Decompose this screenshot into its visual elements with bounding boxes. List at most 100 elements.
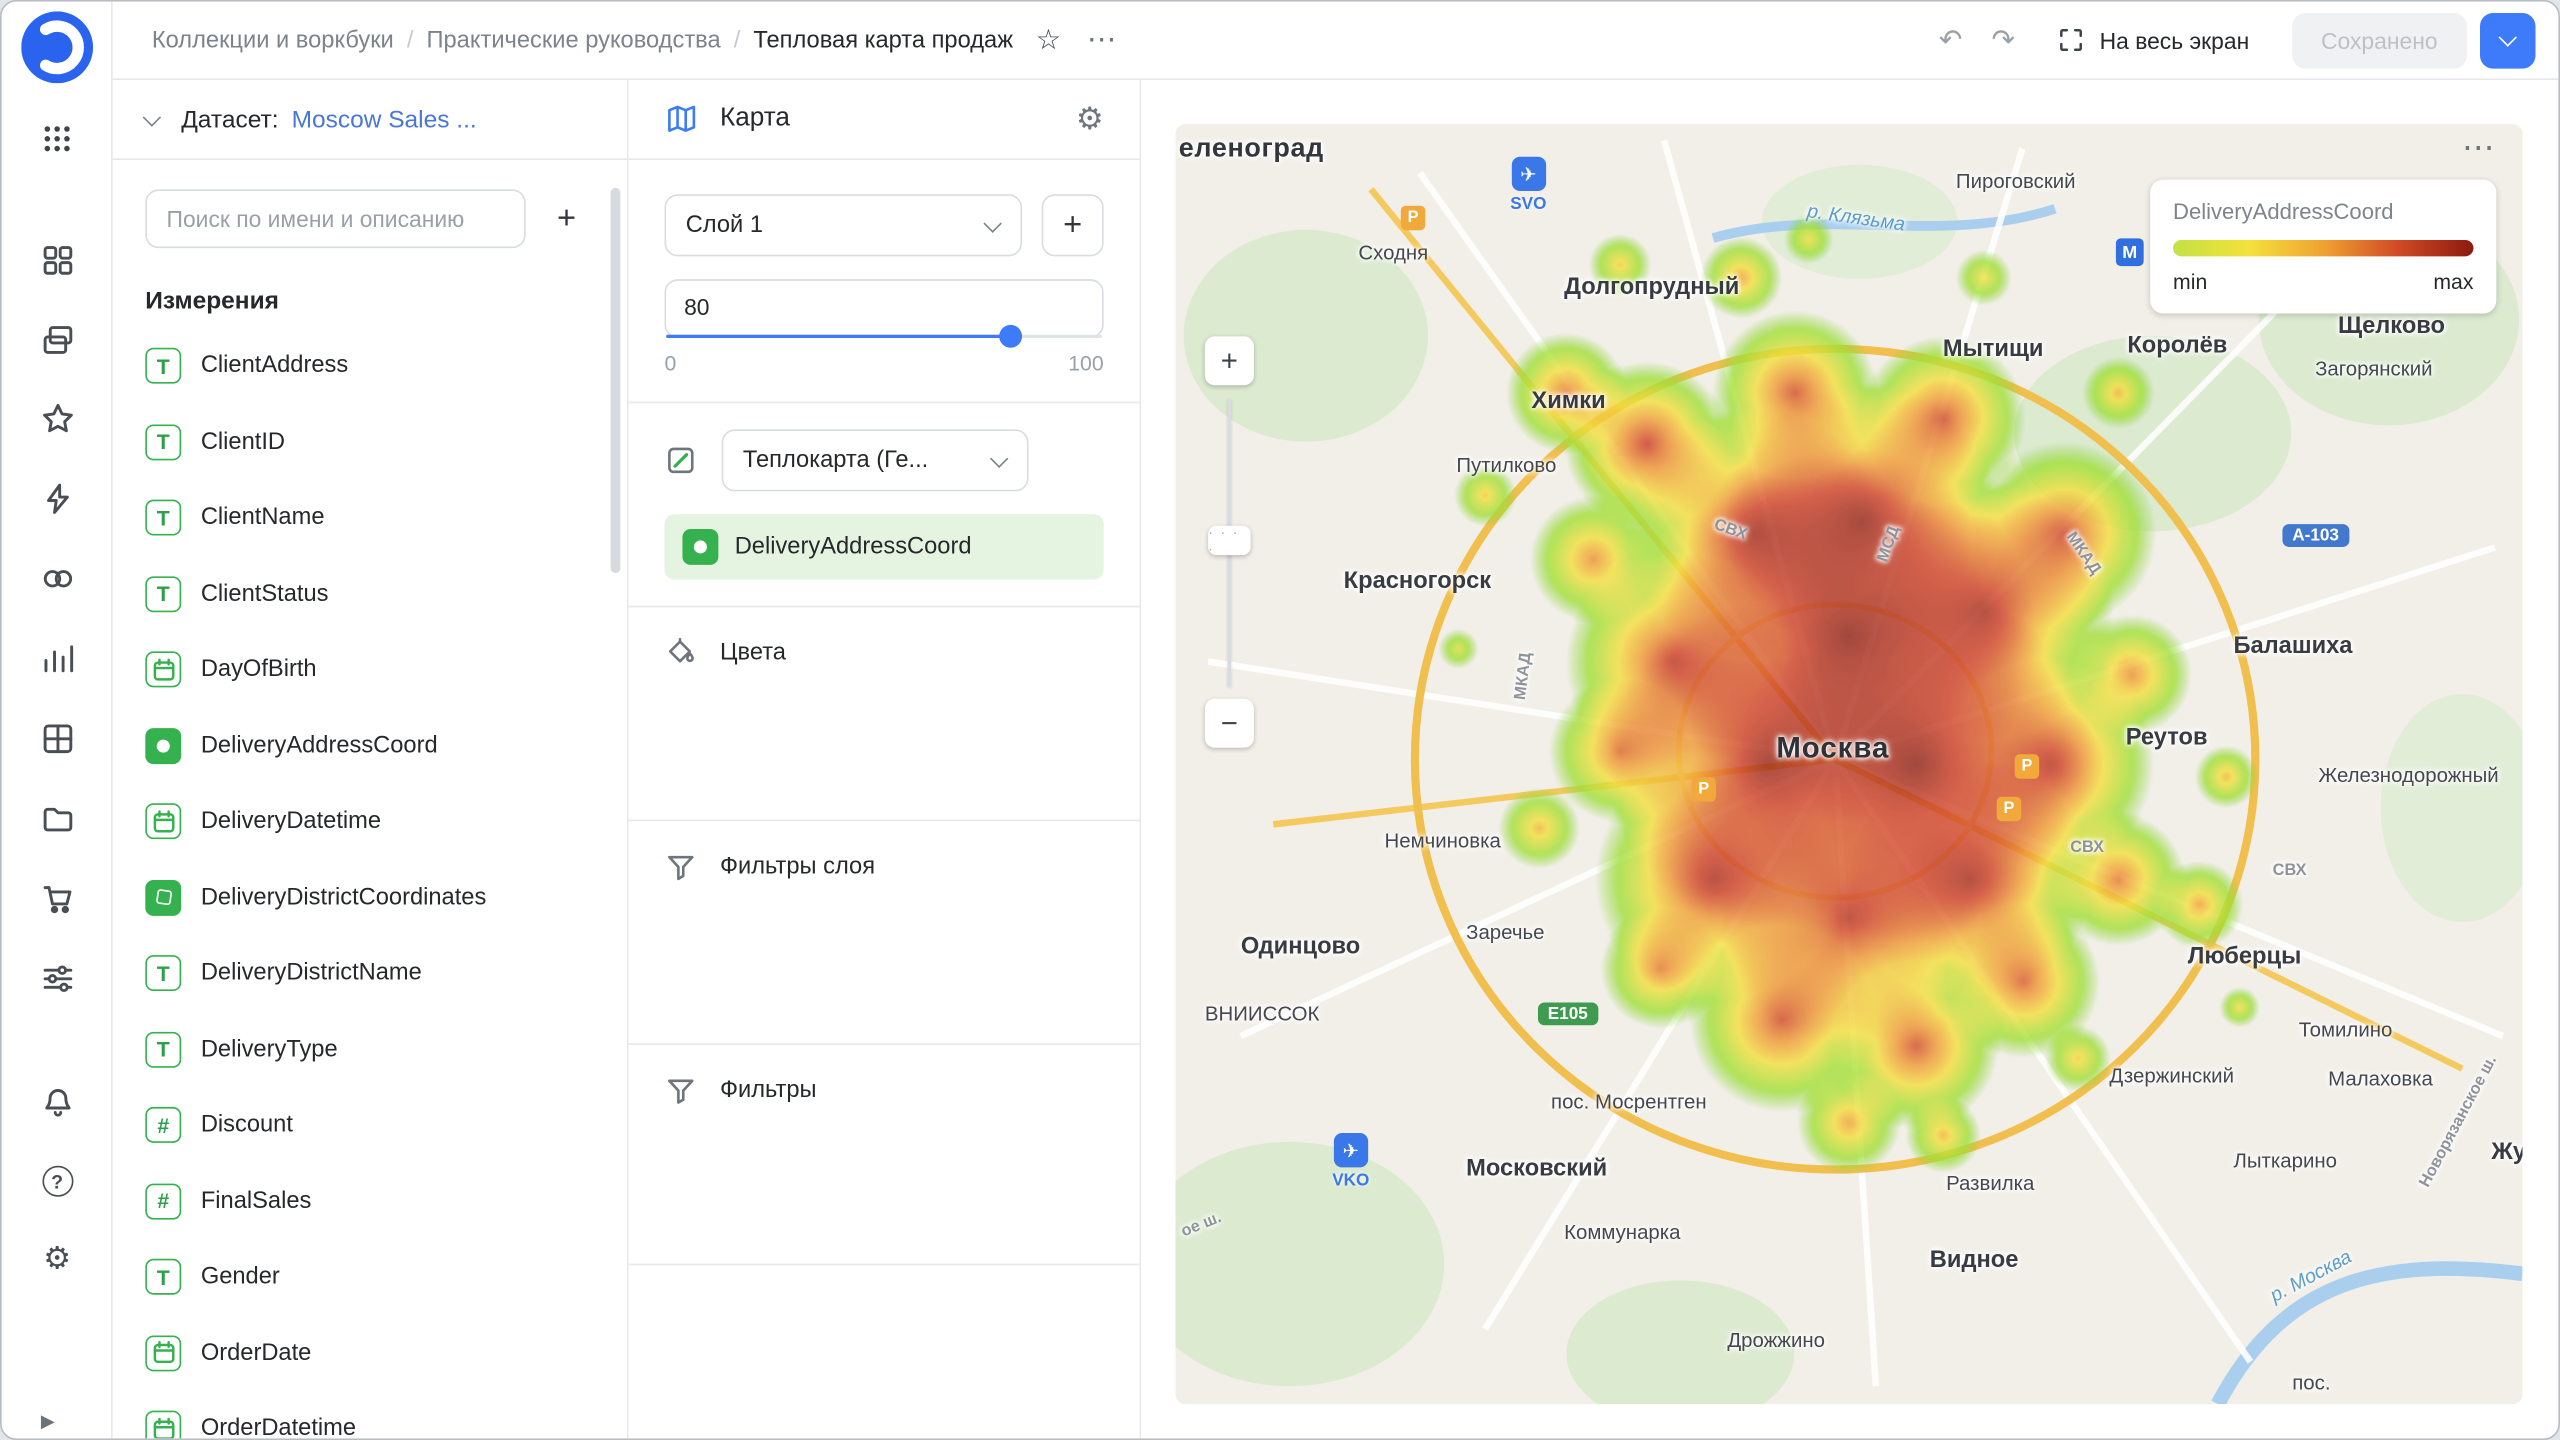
zoom-slider-handle[interactable]: · · · · — [1208, 526, 1250, 555]
field-label: ClientStatus — [201, 581, 329, 607]
help-question-glyph: ? — [51, 1170, 63, 1193]
settings-gear-icon[interactable]: ⚙ — [2, 1244, 113, 1277]
field-label: DeliveryDistrictName — [201, 960, 422, 986]
field-row-OrderDatetime[interactable]: OrderDatetime — [145, 1391, 594, 1438]
layer-select[interactable]: Слой 1 — [664, 194, 1022, 256]
layer-filters-label: Фильтры слоя — [720, 854, 875, 880]
field-type-date-icon — [145, 1411, 181, 1438]
field-row-DeliveryType[interactable]: TDeliveryType — [145, 1011, 594, 1087]
charts-icon[interactable] — [2, 642, 113, 676]
zoom-out-button[interactable]: − — [1205, 699, 1254, 748]
field-label: DeliveryDistrictCoordinates — [201, 884, 486, 910]
field-row-ClientAddress[interactable]: TClientAddress — [145, 328, 594, 404]
field-type-geopolygon-icon — [145, 880, 181, 916]
map-legend: DeliveryAddressCoord min max — [2150, 180, 2496, 314]
legend-gradient-bar — [2173, 240, 2473, 256]
dataset-label: Датасет: — [181, 105, 278, 133]
filters-label: Фильтры — [720, 1078, 817, 1104]
dataset-header: Датасет: Moscow Sales ... — [113, 80, 627, 160]
opacity-slider-track[interactable] — [666, 335, 1102, 338]
field-type-number-icon: # — [145, 1183, 181, 1219]
breadcrumb-item[interactable]: Практические руководства — [427, 27, 721, 53]
marketplace-cart-icon[interactable] — [2, 882, 113, 916]
opacity-slider-fill — [666, 335, 1010, 338]
fullscreen-label: На весь экран — [2100, 27, 2250, 53]
collections-icon[interactable] — [2, 323, 113, 357]
geofield-chip-label: DeliveryAddressCoord — [735, 534, 972, 560]
field-type-string-icon: T — [145, 576, 181, 612]
field-row-DeliveryDistrictCoordinates[interactable]: DeliveryDistrictCoordinates — [145, 860, 594, 936]
breadcrumb-separator: / — [407, 27, 414, 53]
field-label: ClientName — [201, 505, 325, 531]
dimensions-scrollbar[interactable] — [611, 188, 621, 573]
expand-panel-button[interactable]: ▶ — [41, 1411, 55, 1432]
field-label: DayOfBirth — [201, 657, 317, 683]
legend-min-label: min — [2173, 269, 2207, 293]
field-type-string-icon: T — [145, 424, 181, 460]
heatmap-canvas — [1176, 124, 2523, 1404]
visualization-panel: Карта ⚙ Слой 1 + 80 0 100 Тепло — [629, 80, 1142, 1438]
field-row-DeliveryAddressCoord[interactable]: DeliveryAddressCoord — [145, 708, 594, 784]
dashboards-icon[interactable] — [2, 243, 113, 277]
help-icon[interactable]: ? — [2, 1166, 113, 1197]
breadcrumb-item[interactable]: Коллекции и воркбуки — [152, 27, 394, 53]
breadcrumb-item[interactable]: Тепловая карта продаж — [753, 27, 1013, 53]
save-dropdown-button[interactable] — [2480, 12, 2536, 68]
dataset-link[interactable]: Moscow Sales ... — [292, 105, 477, 133]
app-window: ? ⚙ ▶ Коллекции и воркбуки / Практические … — [0, 0, 2560, 1440]
services-sliders-icon[interactable] — [2, 962, 113, 996]
geolayer-icon — [664, 443, 698, 477]
map-menu-button[interactable]: ⋯ — [2462, 127, 2496, 168]
zoom-controls: + · · · · − — [1205, 336, 1254, 385]
field-row-OrderDate[interactable]: OrderDate — [145, 1315, 594, 1391]
redo-icon[interactable]: ↷ — [1991, 24, 2014, 57]
storage-folder-icon[interactable] — [2, 802, 113, 836]
favorites-star-icon[interactable] — [2, 402, 113, 436]
add-layer-button[interactable]: + — [1042, 194, 1104, 256]
notifications-bell-icon[interactable] — [2, 1086, 113, 1120]
opacity-slider-knob[interactable] — [999, 325, 1022, 348]
dataset-collapse-chevron-icon[interactable] — [143, 107, 161, 125]
layer-filters-section[interactable]: Фильтры слоя — [664, 851, 1103, 884]
field-type-string-icon: T — [145, 1031, 181, 1067]
layer-type-select[interactable]: Теплокарта (Ге... — [722, 429, 1029, 491]
undo-icon[interactable]: ↶ — [1939, 24, 1962, 57]
colors-section[interactable]: Цвета — [664, 637, 1103, 670]
map-canvas-area[interactable]: еленоградСходняДолгопрудныйПироговскийр.… — [1176, 124, 2523, 1404]
field-row-Gender[interactable]: TGender — [145, 1239, 594, 1315]
field-type-string-icon: T — [145, 1259, 181, 1295]
field-row-FinalSales[interactable]: #FinalSales — [145, 1163, 594, 1239]
favorite-star-icon[interactable]: ☆ — [1036, 24, 1061, 57]
legend-title: DeliveryAddressCoord — [2173, 199, 2473, 223]
filters-section[interactable]: Фильтры — [664, 1074, 1103, 1107]
fullscreen-button[interactable]: На весь экран — [2057, 26, 2249, 54]
add-field-button[interactable]: + — [539, 191, 595, 247]
dimensions-list: TClientAddressTClientIDTClientNameTClien… — [145, 328, 594, 1438]
geopoint-field-icon — [682, 529, 718, 565]
field-row-Discount[interactable]: #Discount — [145, 1087, 594, 1163]
field-type-date-icon — [145, 652, 181, 688]
quick-actions-icon[interactable] — [2, 482, 113, 516]
monitoring-icon[interactable] — [2, 562, 113, 596]
apps-grid-icon[interactable] — [2, 122, 113, 155]
zoom-in-button[interactable]: + — [1205, 336, 1254, 385]
field-row-DeliveryDatetime[interactable]: DeliveryDatetime — [145, 784, 594, 860]
search-input[interactable] — [145, 189, 525, 248]
field-row-DayOfBirth[interactable]: DayOfBirth — [145, 632, 594, 708]
geofield-chip[interactable]: DeliveryAddressCoord — [664, 514, 1103, 579]
opacity-max-label: 100 — [1068, 351, 1103, 375]
field-label: ClientID — [201, 429, 285, 455]
saved-button[interactable]: Сохранено — [2292, 12, 2467, 68]
datalens-logo[interactable] — [21, 11, 93, 83]
field-row-ClientStatus[interactable]: T ClientStatus — [145, 556, 594, 632]
map-visualization-icon — [664, 101, 700, 137]
dataset-panel: Датасет: Moscow Sales ... + Измерения TC… — [113, 80, 629, 1438]
field-row-ClientName[interactable]: TClientName — [145, 480, 594, 556]
layer-opacity-control[interactable]: 80 — [664, 279, 1103, 338]
map-settings-gear-icon[interactable]: ⚙ — [1076, 100, 1104, 138]
tables-icon[interactable] — [2, 722, 113, 756]
field-row-DeliveryDistrictName[interactable]: TDeliveryDistrictName — [145, 936, 594, 1012]
more-actions-icon[interactable]: ⋯ — [1087, 23, 1118, 57]
field-row-ClientID[interactable]: T ClientID — [145, 404, 594, 480]
fullscreen-icon — [2057, 26, 2085, 54]
